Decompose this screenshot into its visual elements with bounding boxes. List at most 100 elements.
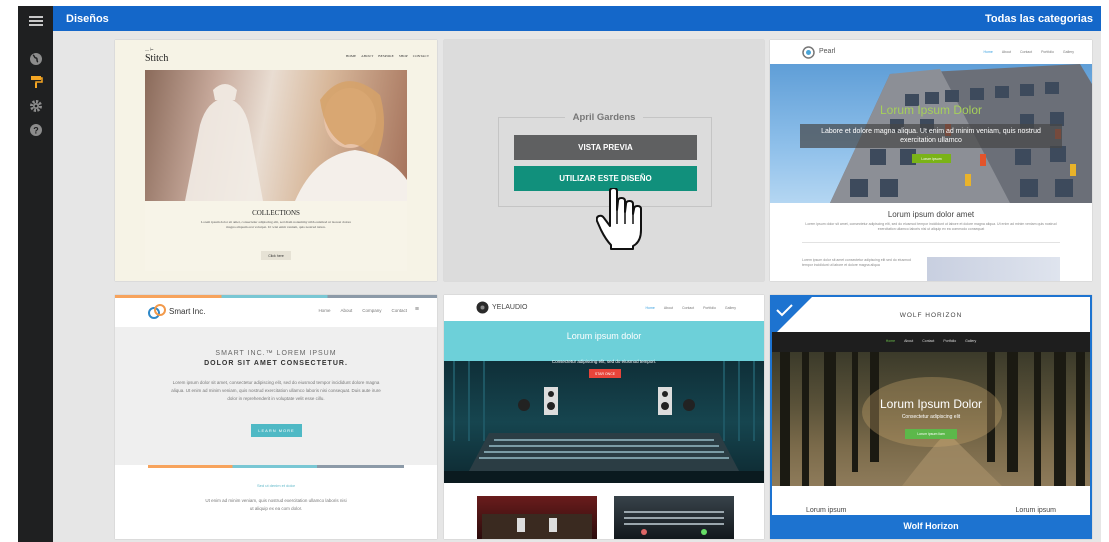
yelaudio-thumb-1 [477, 496, 597, 539]
page-title: Diseños [66, 13, 109, 25]
stitch-heading: COLLECTIONS [252, 209, 300, 217]
globe-icon[interactable] [27, 50, 44, 67]
hand-cursor-icon [595, 187, 648, 255]
wolf-navbar: Home About Contact Portfolio Gallery [772, 332, 1090, 352]
smart-nav-item: Company [362, 308, 382, 313]
pearl-nav-item: Gallery [1062, 50, 1074, 54]
wolf-brand: WOLF HORIZON [899, 312, 963, 319]
stitch-nav: HOME ABOUT BESPOKE SHOP CONTACT [346, 54, 429, 58]
pearl-divider [802, 242, 1060, 243]
yelaudio-header: YELAUDIO Home About Contact Portfolio Ga… [444, 295, 764, 321]
pearl-section-title: Lorum ipsum dolor amet [887, 210, 975, 219]
yelaudio-hero-button: STAR ONCE [589, 369, 621, 378]
yelaudio-logo-icon [476, 301, 489, 314]
wolf-nav-item: Portfolio [943, 339, 957, 343]
smart-subhead: Sed ut denim et dolor [256, 483, 296, 488]
paint-roller-icon[interactable] [27, 73, 44, 90]
yelaudio-brand: YELAUDIO [492, 304, 528, 311]
smart-body: Lorem ipsum dolor sit amet, consectetur … [171, 380, 381, 401]
app-window: ? Diseños Todas las categorias — ⊢ Stitc… [18, 6, 1101, 542]
pearl-hero-text: Labore et dolore magna aliqua. Ut enim a… [800, 124, 1062, 148]
preview-button[interactable]: VISTA PREVIA [514, 135, 697, 160]
stitch-brand: Stitch [145, 53, 169, 64]
template-card-april-gardens[interactable]: April Gardens VISTA PREVIA UTILIZAR ESTE… [444, 40, 764, 281]
stitch-nav-item: HOME [345, 54, 357, 58]
smart-logo-icon [148, 304, 166, 319]
stitch-nav-item: ABOUT [361, 54, 374, 58]
smart-bottom-stripe [148, 465, 404, 468]
pearl-hero-photo: Lorum Ipsum Dolor Labore et dolore magna… [770, 64, 1092, 203]
wolf-hero-text: Consectetur adipiscing elit [901, 414, 961, 420]
wolf-hero-title: Lorum Ipsum Dolor [879, 397, 983, 411]
wolf-nav-item: Contact [922, 339, 935, 343]
stitch-hero-photo [145, 70, 407, 201]
smart-nav-item: Home [318, 308, 331, 313]
smart-nav-item: About [340, 308, 353, 313]
smart-hero-line2: DOLOR SIT AMET CONSECTETUR. [204, 360, 348, 367]
stitch-logo-mark: — ⊢ [145, 47, 154, 52]
stitch-content: COLLECTIONS Lorem ipsum dolor sit amet, … [145, 201, 407, 271]
wolf-nav: Home About Contact Portfolio Gallery [772, 339, 1090, 343]
template-name: April Gardens [564, 112, 644, 123]
smart-foot-text: Ut enim ad minim veniam, quis nostrud ex… [205, 498, 347, 511]
yelaudio-thumb-2 [614, 496, 734, 539]
smart-nav: Home About Company Contact [318, 308, 407, 313]
smart-top-stripe [115, 295, 437, 298]
smart-nav-item: Contact [391, 308, 407, 313]
pearl-nav: Home About Contact Portfolio Gallery [984, 50, 1075, 54]
pearl-hero-title: Lorum Ipsum Dolor [879, 103, 983, 117]
pearl-header: Pearl Home About Contact Portfolio Galle… [770, 40, 1092, 64]
pearl-logo-icon [802, 46, 815, 59]
pearl-footer-image [927, 257, 1060, 281]
stitch-body: Lorem ipsum dolor sit amet, consectetur … [200, 220, 352, 229]
gear-icon[interactable] [27, 97, 44, 114]
pearl-footer-text: Lorem ipsum dolor sit amet consectetur a… [802, 258, 911, 267]
smart-menu-icon: ≡ [414, 306, 419, 313]
yelaudio-studio-photo: Consectetur adipiscing elit, sed do eius… [444, 359, 764, 483]
wolf-col-2: Lorum ipsum [1015, 507, 1056, 514]
pearl-brand: Pearl [819, 48, 836, 55]
template-caption: Wolf Horizon [772, 515, 1090, 537]
pearl-section-text: Lorem ipsum dolor sit amet, consectetur … [805, 222, 1057, 231]
wolf-forest-photo: Lorum Ipsum Dolor Consectetur adipiscing… [772, 352, 1090, 486]
template-card-pearl[interactable]: Pearl Home About Contact Portfolio Galle… [770, 40, 1092, 281]
wolf-col-1: Lorum ipsum [806, 507, 847, 514]
smart-brand: Smart Inc. [169, 307, 206, 316]
yelaudio-nav-item: Gallery [724, 306, 736, 310]
yelaudio-nav-item: Portfolio [703, 306, 716, 310]
smart-hero: SMART INC.™ LOREM IPSUM DOLOR SIT AMET C… [115, 327, 437, 465]
april-gardens-title-wrap: April Gardens [444, 112, 764, 123]
pearl-nav-item: About [1001, 50, 1011, 54]
top-bar: Diseños Todas las categorias [53, 6, 1101, 31]
yelaudio-hero-title: Lorum ipsum dolor [566, 331, 642, 341]
stitch-nav-item: CONTACT [412, 54, 429, 58]
yelaudio-nav-item: About [663, 306, 673, 310]
sidebar-rail: ? [18, 6, 53, 542]
wolf-nav-item: Gallery [965, 339, 977, 343]
template-card-wolf-horizon[interactable]: WOLF HORIZON Home About Contact Portfoli… [770, 295, 1092, 539]
template-card-yelaudio[interactable]: YELAUDIO Home About Contact Portfolio Ga… [444, 295, 764, 539]
pearl-nav-item: Contact [1020, 50, 1033, 54]
pearl-nav-item: Portfolio [1041, 50, 1054, 54]
stitch-cta-button: Click here [261, 251, 291, 260]
menu-icon[interactable] [27, 12, 44, 29]
categories-dropdown[interactable]: Todas las categorias [985, 13, 1093, 25]
smart-hero-line1: SMART INC.™ LOREM IPSUM [215, 350, 337, 357]
smart-cta-button: LEARN MORE [251, 424, 302, 437]
pearl-hero-button: Lorum ipsum [912, 154, 951, 163]
yelaudio-hero-text: Consectetur adipiscing elit, sed do eius… [551, 359, 657, 364]
pearl-nav-item: Home [983, 50, 993, 54]
wolf-nav-item: Home [885, 339, 896, 343]
yelaudio-nav-item: Home [645, 306, 655, 310]
yelaudio-nav: Home About Contact Portfolio Gallery [646, 306, 737, 310]
wolf-nav-item: About [904, 339, 914, 343]
stitch-nav-item: SHOP [398, 54, 408, 58]
template-card-stitch[interactable]: — ⊢ Stitch HOME ABOUT BESPOKE SHOP CONTA… [115, 40, 437, 281]
help-icon[interactable]: ? [27, 121, 44, 138]
stitch-nav-item: BESPOKE [378, 54, 394, 58]
svg-text:?: ? [33, 125, 39, 135]
wolf-hero-button: Lorum ipsum liam [905, 429, 957, 439]
yelaudio-hero-band: Lorum ipsum dolor [444, 321, 764, 361]
template-card-smart-inc[interactable]: Smart Inc. Home About Company Contact ≡ … [115, 295, 437, 539]
yelaudio-nav-item: Contact [682, 306, 695, 310]
